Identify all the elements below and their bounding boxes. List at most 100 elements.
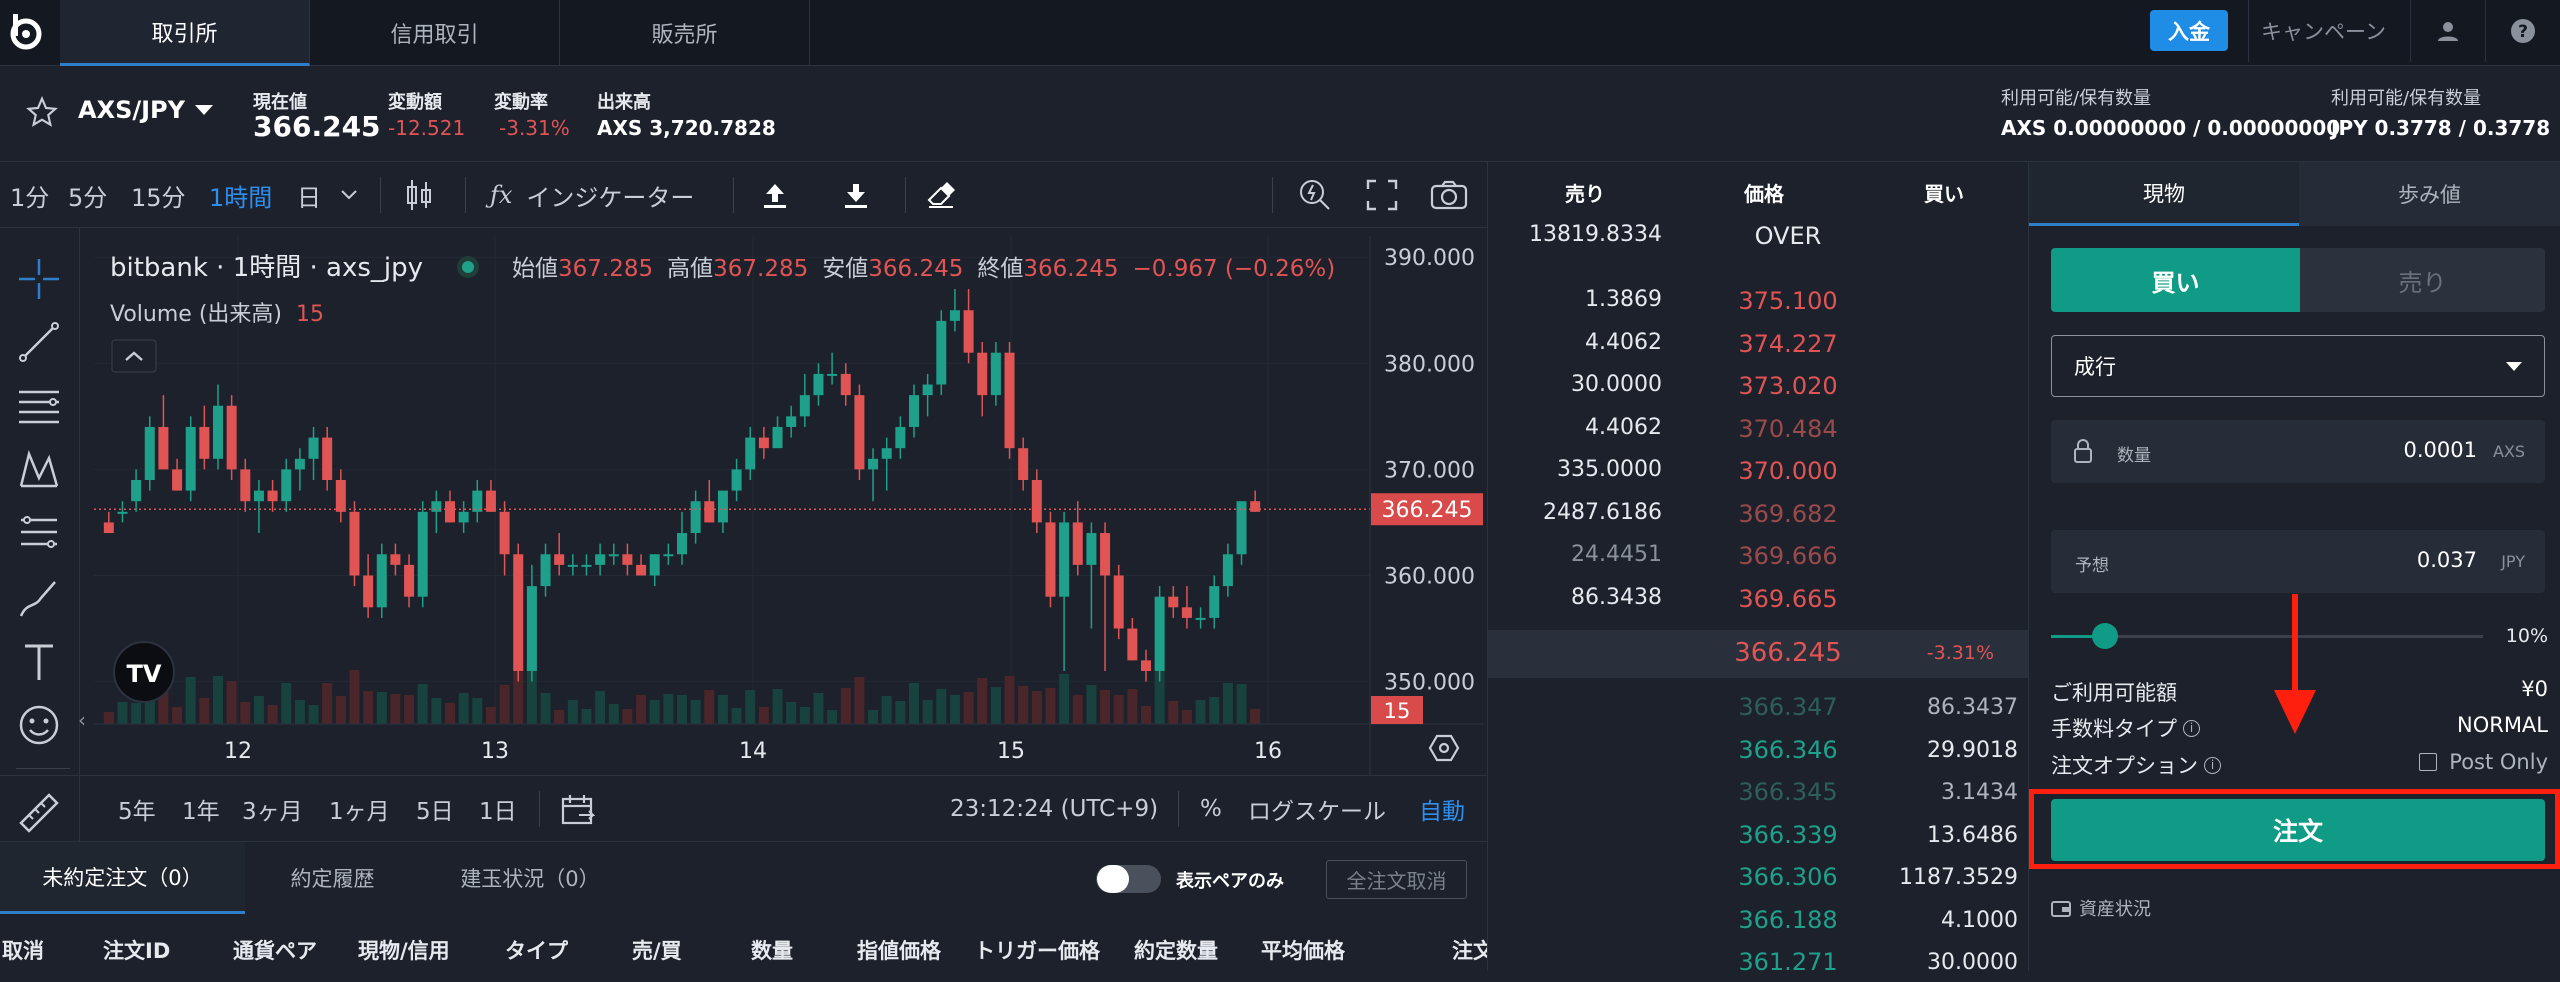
collapse-legend-button[interactable] [111,339,157,373]
x-tick: 12 [224,739,252,764]
buy-button[interactable]: 買い [2051,248,2300,312]
tab-positions[interactable]: 建玉状況（0） [420,842,640,914]
trend-line-icon[interactable] [14,317,64,367]
ticker-bar: AXS/JPY 現在値 366.245 変動額 -12.521 変動率 -3.3… [0,66,2560,162]
estimate-label: 予想 [2075,556,2109,576]
ask-row[interactable]: 1.3869 375.100 [1488,279,2028,321]
horizontal-lines-icon[interactable] [14,381,64,431]
fullscreen-icon[interactable] [1366,162,1398,228]
indicator-button[interactable]: ƒx インジケーター [490,162,694,228]
candle [663,554,674,557]
tab-spot[interactable]: 現物 [2029,162,2299,226]
interval-1h[interactable]: 1時間 [209,162,272,228]
post-only-option[interactable]: Post Only [2419,750,2548,774]
sell-button[interactable]: 売り [2300,248,2545,312]
chart-settings-icon[interactable] [1428,734,1460,762]
ask-qty: 30.0000 [1571,372,1662,397]
ask-row[interactable]: 4.4062 374.227 [1488,322,2028,364]
cancel-all-button[interactable]: 全注文取消 [1326,860,1467,899]
range-5y[interactable]: 5年 [118,776,156,842]
auto-scale-toggle[interactable]: 自動 [1419,776,1465,842]
candle [131,480,142,502]
pair-selector[interactable]: AXS/JPY [78,96,214,124]
ask-row[interactable]: 4.4062 370.484 [1488,407,2028,449]
brush-icon[interactable] [14,573,64,623]
post-only-label: Post Only [2449,750,2548,774]
bid-row[interactable]: 361.271 30.0000 [1488,940,2028,982]
post-only-checkbox[interactable] [2419,753,2438,771]
ask-row[interactable]: 2487.6186 369.682 [1488,492,2028,534]
interval-1d[interactable]: 日 [297,162,321,228]
collapse-tools-icon[interactable]: ‹ [78,708,86,732]
volume-label: 出来高 [597,92,651,113]
ask-row[interactable]: 335.0000 370.000 [1488,449,2028,491]
deposit-button[interactable]: 入金 [2150,10,2228,51]
tradingview-logo[interactable]: TV [113,641,175,703]
volume-bar [445,703,455,724]
campaign-link[interactable]: キャンペーン [2248,0,2398,62]
qty-field[interactable]: 数量 0.0001 AXS [2051,420,2545,483]
amount-slider[interactable] [2051,623,2483,649]
star-icon[interactable] [26,96,58,128]
order-tabs: 未約定注文（0） 約定履歴 建玉状況（0） 表示ペアのみ 全注文取消 [0,841,1487,914]
range-1y[interactable]: 1年 [182,776,220,842]
fib-icon[interactable] [14,509,64,559]
tab-trade-history[interactable]: 約定履歴 [245,842,420,914]
user-icon[interactable] [2410,0,2485,62]
quick-search-icon[interactable] [1297,162,1333,228]
bid-row[interactable]: 366.188 4.1000 [1488,898,2028,940]
interval-5m[interactable]: 5分 [68,162,107,228]
ask-row[interactable]: 86.3438 369.665 [1488,577,2028,619]
camera-icon[interactable] [1430,162,1468,228]
tab-retail[interactable]: 販売所 [560,0,810,66]
log-scale-toggle[interactable]: ログスケール [1248,776,1386,842]
tab-open-orders[interactable]: 未約定注文（0） [0,842,245,914]
info-icon[interactable]: i [2183,719,2200,737]
range-1m[interactable]: 1ヶ月 [329,776,390,842]
pair-only-toggle[interactable] [1096,865,1161,893]
help-icon[interactable]: ? [2485,0,2560,62]
slider-handle[interactable] [2092,623,2119,649]
text-tool-icon[interactable] [14,637,64,687]
tab-exchange[interactable]: 取引所 [60,0,310,66]
assets-link[interactable]: 資産状況 [2051,895,2151,921]
bid-row[interactable]: 366.306 1187.3529 [1488,855,2028,897]
pattern-icon[interactable] [14,445,64,495]
candle [540,554,551,587]
calendar-icon[interactable] [561,776,595,842]
ask-price: 370.484 [1738,414,1838,443]
interval-15m[interactable]: 15分 [131,162,186,228]
candle-type-icon[interactable] [404,162,434,228]
range-3m[interactable]: 3ヶ月 [242,776,303,842]
crosshair-icon[interactable] [14,254,64,304]
rate-label: 変動率 [494,92,548,113]
price-chart[interactable]: 390.000 380.000 370.000 360.000 350.000 12 13… [94,236,1484,776]
upload-icon[interactable] [760,162,790,228]
tab-trades[interactable]: 歩み値 [2299,162,2560,226]
bitbank-logo[interactable] [8,12,44,52]
ask-row[interactable]: 30.0000 373.020 [1488,364,2028,406]
range-1d[interactable]: 1日 [479,776,517,842]
bid-row[interactable]: 366.345 3.1434 [1488,770,2028,812]
range-5d[interactable]: 5日 [416,776,454,842]
candle [1059,522,1070,597]
eraser-icon[interactable] [925,162,957,228]
bid-row[interactable]: 366.339 13.6486 [1488,813,2028,855]
rate-value: -3.31% [499,116,570,140]
submit-order-button[interactable]: 注文 [2051,799,2545,861]
bid-row[interactable]: 366.346 29.9018 [1488,728,2028,770]
interval-1m[interactable]: 1分 [10,162,49,228]
volume-bar [226,681,237,724]
bid-price: 366.306 [1738,863,1838,891]
bid-row[interactable]: 366.347 86.3437 [1488,685,2028,727]
download-icon[interactable] [841,162,871,228]
percent-toggle[interactable]: % [1200,776,1222,842]
candle [103,522,114,534]
chevron-down-icon[interactable] [340,162,358,228]
ask-row[interactable]: 24.4451 369.666 [1488,534,2028,576]
order-type-select[interactable]: 成行 [2051,335,2545,397]
svg-text:?: ? [2518,22,2528,42]
emoji-icon[interactable] [14,700,64,750]
info-icon[interactable]: i [2204,756,2221,774]
tab-margin[interactable]: 信用取引 [310,0,560,66]
